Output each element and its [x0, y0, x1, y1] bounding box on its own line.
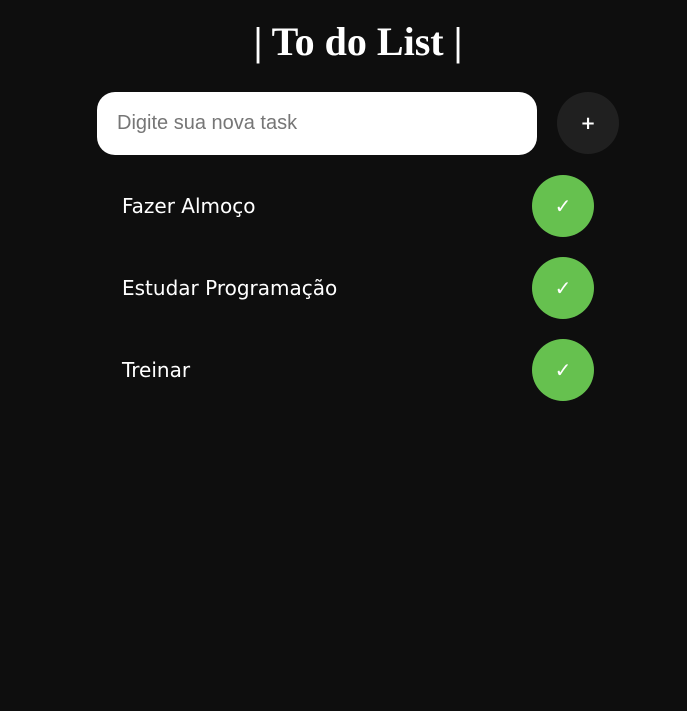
task-item: Treinar ✓: [122, 339, 594, 401]
task-item: Estudar Programação ✓: [122, 257, 594, 319]
complete-task-button[interactable]: ✓: [532, 257, 594, 319]
complete-task-button[interactable]: ✓: [532, 339, 594, 401]
todo-app: | To do List | + Fazer Almoço ✓ Estudar …: [0, 0, 687, 711]
new-task-input[interactable]: [97, 92, 537, 155]
task-label: Treinar: [122, 358, 191, 382]
page-title: | To do List |: [253, 19, 463, 64]
check-icon: ✓: [554, 276, 572, 300]
task-label: Estudar Programação: [122, 276, 338, 300]
add-task-button[interactable]: +: [557, 92, 619, 154]
complete-task-button[interactable]: ✓: [532, 175, 594, 237]
task-item: Fazer Almoço ✓: [122, 175, 594, 237]
check-icon: ✓: [554, 358, 572, 382]
task-list: Fazer Almoço ✓ Estudar Programação ✓ Tre…: [122, 175, 594, 421]
plus-icon: +: [580, 112, 596, 134]
check-icon: ✓: [554, 194, 572, 218]
task-label: Fazer Almoço: [122, 194, 256, 218]
